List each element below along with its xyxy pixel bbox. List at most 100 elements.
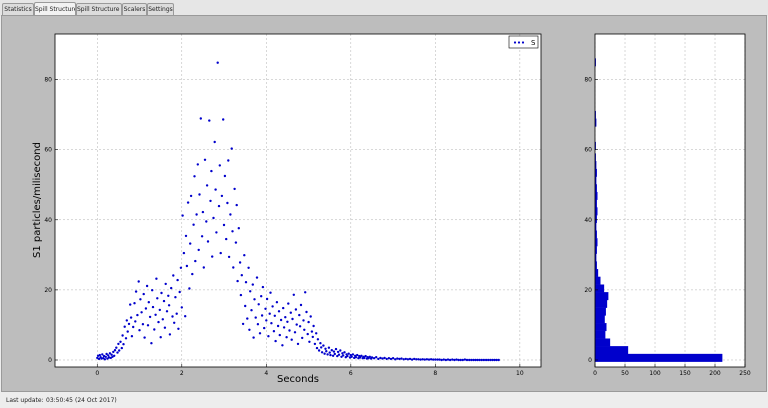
scatter-point [306,332,309,336]
scatter-point [260,295,263,298]
histogram-bar [594,330,606,339]
scatter-point [298,325,302,328]
scatter-point [209,199,212,203]
scatter-point [184,315,187,318]
scatter-point [342,354,345,357]
scatter-point [269,291,272,294]
histogram-x-tick-label: 50 [621,370,629,377]
scatter-x-tick-label: 8 [433,370,437,377]
scatter-point [419,358,422,361]
scatter-point [126,330,129,333]
scatter-point [230,147,233,150]
scatter-point [227,255,231,259]
scatter-point [448,358,452,362]
scatter-point [122,343,125,346]
scatter-point [260,314,264,317]
scatter-point [337,353,341,356]
scatter-point [278,333,281,337]
scatter-point [129,316,133,319]
status-bar: Last update: 03:50:45 (24 Oct 2017) [0,393,768,408]
scatter-point [189,194,193,198]
histogram-y-tick-label: 0 [588,357,592,364]
scatter-point [305,310,308,314]
scatter-point [301,336,304,340]
scatter-point [219,251,222,255]
scatter-point [167,304,171,307]
scatter-point [200,235,204,238]
scatter-point [225,237,228,241]
scatter-point [168,333,172,336]
histogram-x-tick-label: 200 [709,370,721,377]
scatter-point [461,358,464,362]
scatter-point [489,358,492,362]
scatter-point [189,242,192,245]
scatter-point [293,331,297,334]
scatter-point [116,351,119,354]
scatter-point [465,358,469,362]
legend-marker [517,41,521,44]
scatter-point [138,329,141,332]
scatter-point [171,315,174,318]
scatter-y-tick-label: 80 [44,77,52,84]
scatter-point [381,357,384,360]
histogram-bar [594,323,607,332]
scatter-point [194,259,197,263]
scatter-point [125,319,128,322]
scatter-point [98,353,102,357]
scatter-point [244,304,247,308]
scatter-point [134,320,137,323]
scatter-point [451,358,454,361]
scatter-plot: 0 2 4 6 8 10 0 20 40 60 80 Seconds S1 particles/mi… [32,33,542,385]
last-update-time: 03:50:45 [46,397,73,404]
scatter-point [148,315,152,319]
scatter-point [255,276,259,279]
scatter-point [185,264,189,268]
scatter-point [307,320,310,324]
scatter-point [137,280,140,283]
scatter-point [215,231,218,234]
scatter-point [423,358,426,361]
scatter-point [246,317,249,320]
scatter-point [231,230,234,233]
scatter-point [130,335,134,338]
scatter-point [360,354,363,357]
scatter-point [320,346,323,349]
scatter-point [141,323,145,326]
histogram-y-tick-label: 40 [584,217,592,224]
scatter-point [347,352,350,355]
scatter-point [327,346,331,349]
scatter-point [155,277,158,280]
scatter-point [147,301,150,304]
scatter-point [202,266,205,269]
scatter-point [257,303,260,306]
scatter-point [313,342,317,346]
scatter-point [144,307,148,310]
histogram-bar [594,346,629,355]
scatter-point [379,356,382,360]
scatter-y-tick-label: 0 [48,357,52,364]
histogram-plot: 0 50 100 150 200 250 0 20 40 60 80 [584,33,751,377]
scatter-point [143,336,146,339]
scatter-point [119,340,122,343]
scatter-point [438,358,441,361]
scatter-point [404,357,407,361]
scatter-point [408,357,412,361]
scatter-point [151,289,154,292]
scatter-point [341,352,344,355]
scatter-point [410,358,414,361]
scatter-point [107,354,110,357]
scatter-x-tick-label: 4 [264,370,268,377]
scatter-point [427,358,431,361]
histogram-x-tick-label: 100 [649,370,661,377]
scatter-point [302,319,305,322]
scatter-point [104,355,107,358]
scatter-point [238,261,242,264]
scatter-point [186,201,190,204]
scatter-point [329,353,332,357]
scatter-point [287,302,290,305]
scatter-point [484,358,488,362]
scatter-point [417,358,420,361]
scatter-point [133,302,136,305]
scatter-point [372,357,376,360]
scatter-point [315,346,319,350]
